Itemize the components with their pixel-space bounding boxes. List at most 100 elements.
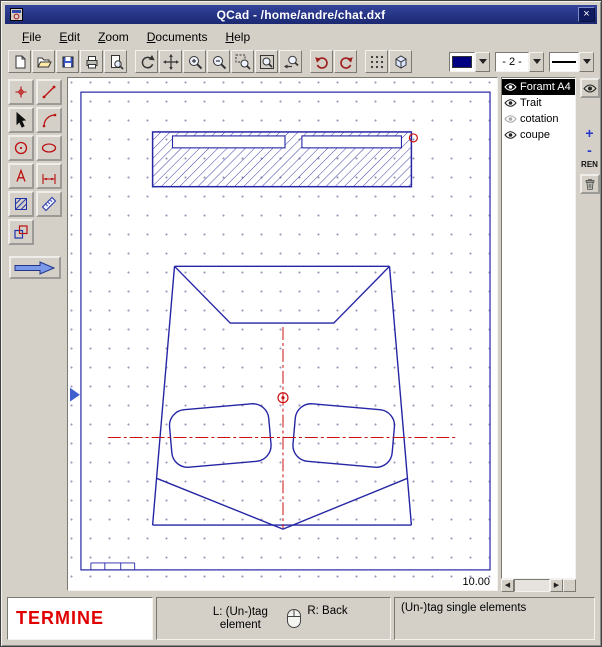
remove-layer-button[interactable]: - (580, 141, 600, 158)
redo-button[interactable] (334, 50, 357, 73)
delete-layer-button[interactable] (580, 174, 600, 194)
undo-icon (314, 54, 330, 70)
close-button[interactable]: × (578, 7, 595, 22)
titlebar[interactable]: QCad - /home/andre/chat.dxf × (5, 5, 597, 24)
tool-continue-button[interactable] (9, 256, 61, 279)
zoom-in-button[interactable] (183, 50, 206, 73)
layer-panel-scrollbar: ◀ ▶ (501, 579, 576, 592)
new-file-button[interactable] (8, 50, 31, 73)
app-icon[interactable] (9, 7, 24, 22)
scroll-left-button[interactable]: ◀ (501, 579, 514, 592)
continue-arrow-icon (13, 260, 57, 276)
line-style-combo[interactable] (549, 52, 594, 72)
eye-icon (583, 83, 597, 94)
status-mode-panel: TERMINE (7, 597, 153, 640)
tool-lines-button[interactable] (36, 79, 62, 105)
mouse-icon (286, 608, 302, 629)
zoom-auto-icon (259, 54, 275, 70)
scroll-right-button[interactable]: ▶ (550, 579, 563, 592)
menu-edit[interactable]: Edit (50, 28, 89, 46)
layer-name: Trait (520, 97, 542, 109)
pen-color-combo[interactable] (449, 52, 490, 72)
add-layer-button[interactable]: + (580, 124, 600, 141)
tool-arcs-button[interactable] (36, 107, 62, 133)
cad-drawing (68, 78, 497, 590)
layer-row-format-a4[interactable]: Foramt A4 (502, 79, 575, 95)
zoom-out-button[interactable] (207, 50, 230, 73)
qcad-logo-icon (10, 8, 23, 21)
pen-width-dropdown-arrow[interactable] (529, 52, 544, 72)
tool-dimensions-button[interactable] (36, 163, 62, 189)
tool-circles-button[interactable] (8, 135, 34, 161)
print-preview-button[interactable] (104, 50, 127, 73)
line-style-dropdown-arrow[interactable] (579, 52, 594, 72)
redraw-button[interactable] (135, 50, 158, 73)
toolbar: - 2 - (5, 48, 597, 75)
rename-layer-button[interactable]: REN (580, 158, 600, 170)
texts-icon (12, 167, 30, 185)
open-file-button[interactable] (32, 50, 55, 73)
redraw-icon (139, 54, 155, 70)
print-button[interactable] (80, 50, 103, 73)
circles-icon (12, 139, 30, 157)
pen-color-field (449, 52, 475, 72)
crosshair-icon (163, 54, 179, 70)
undo-button[interactable] (310, 50, 333, 73)
trash-icon (583, 177, 597, 191)
zoom-window-button[interactable] (231, 50, 254, 73)
menu-zoom[interactable]: Zoom (89, 28, 138, 46)
layer-controls-column: + - REN (579, 78, 600, 194)
tool-hatches-button[interactable] (8, 191, 34, 217)
zoom-window-icon (235, 54, 251, 70)
toggle-layer-visibility-button[interactable] (580, 78, 600, 98)
status-description-panel: (Un-)tag single elements (394, 597, 595, 640)
ellipses-icon (40, 139, 58, 157)
eye-icon (504, 130, 517, 140)
layer-row-coupe[interactable]: coupe (502, 127, 575, 143)
redo-icon (338, 54, 354, 70)
tool-texts-button[interactable] (8, 163, 34, 189)
zoom-auto-button[interactable] (255, 50, 278, 73)
status-mode: TERMINE (16, 608, 104, 629)
pen-color-dropdown-arrow[interactable] (475, 52, 490, 72)
isometric-view-button[interactable] (389, 50, 412, 73)
pen-width-combo[interactable]: - 2 - (495, 52, 544, 72)
menu-help[interactable]: Help (216, 28, 259, 46)
statusbar: TERMINE L: (Un-)tag element R: Back (Un-… (5, 595, 597, 642)
layer-row-cotation[interactable]: cotation (502, 111, 575, 127)
layer-row-trait[interactable]: Trait (502, 95, 575, 111)
zoom-previous-button[interactable] (279, 50, 302, 73)
grid-toggle-button[interactable] (365, 50, 388, 73)
tool-points-button[interactable] (8, 79, 34, 105)
open-folder-icon (36, 54, 52, 70)
scrollbar-track[interactable] (514, 579, 550, 592)
layer-name: coupe (520, 129, 550, 141)
drawing-canvas[interactable]: 10.00 (67, 77, 498, 591)
frame-ticks (91, 563, 135, 570)
save-file-button[interactable] (56, 50, 79, 73)
eye-closed-icon (504, 114, 517, 124)
menu-documents[interactable]: Documents (138, 28, 217, 46)
tool-ellipses-button[interactable] (36, 135, 62, 161)
grid-icon (369, 54, 385, 70)
layer-name: Foramt A4 (520, 81, 571, 93)
hatches-icon (12, 195, 30, 213)
qcad-window: QCad - /home/andre/chat.dxf × File Edit … (0, 0, 602, 647)
left-tool-panel (5, 78, 65, 590)
menu-file[interactable]: File (13, 28, 50, 46)
solid-line-icon (552, 61, 576, 63)
cube-icon (393, 54, 409, 70)
tool-measure-button[interactable] (36, 191, 62, 217)
right-eye (292, 402, 396, 468)
eye-icon (504, 98, 517, 108)
line-style-field (549, 52, 579, 72)
lines-icon (40, 83, 58, 101)
tag-marker (70, 388, 80, 402)
tool-select-button[interactable] (8, 107, 34, 133)
tool-blocks-button[interactable] (8, 219, 34, 245)
toolbar-separator (128, 52, 134, 72)
right-click-hint: R: Back (307, 605, 347, 617)
zoom-out-icon (211, 54, 227, 70)
print-preview-icon (108, 54, 124, 70)
pan-button[interactable] (159, 50, 182, 73)
